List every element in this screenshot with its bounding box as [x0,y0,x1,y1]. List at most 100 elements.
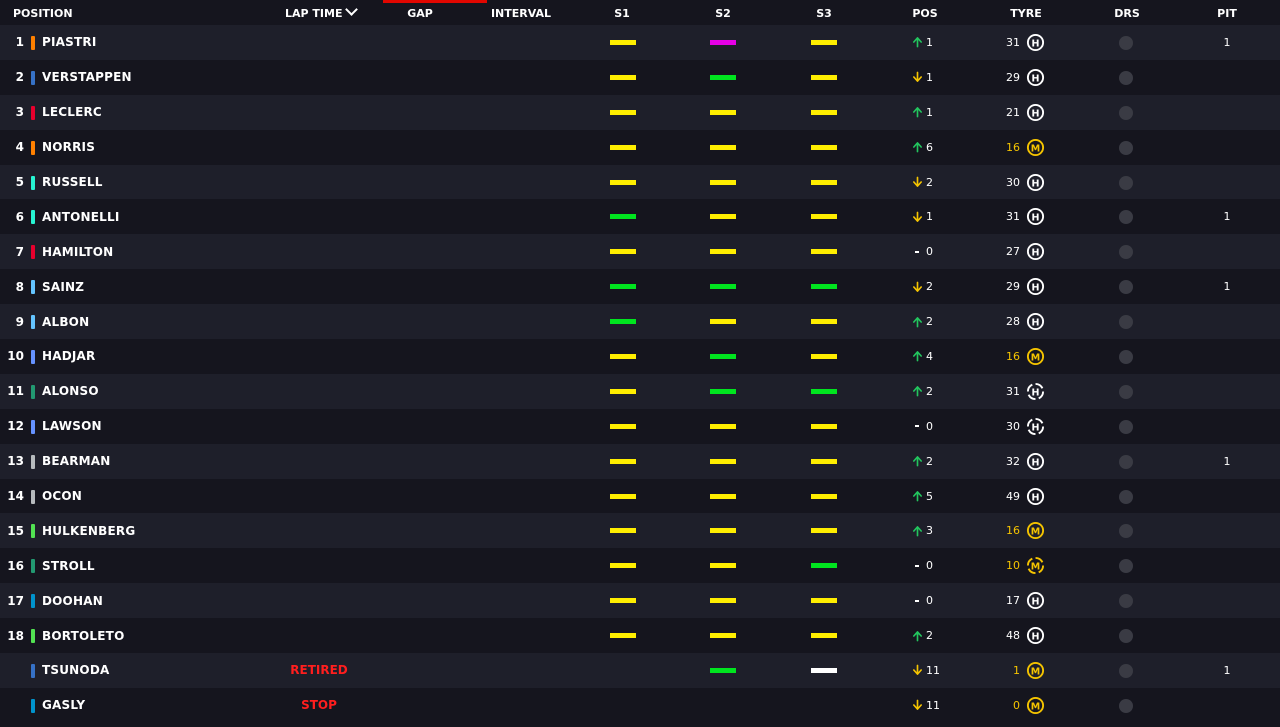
hard-tyre-icon: H [1026,33,1045,52]
header-pos[interactable]: POS [912,8,937,20]
position-change-value: 0 [926,419,933,433]
driver-name[interactable]: DOOHAN [42,583,103,618]
header-s3[interactable]: S3 [816,8,832,20]
drs-indicator [1119,698,1133,713]
table-row[interactable]: 15 HULKENBERG 3 16 M [0,513,1280,549]
driver-name[interactable]: GASLY [42,688,85,723]
table-row[interactable]: 3 LECLERC 1 21 H [0,94,1280,130]
header-gap[interactable]: GAP [407,8,433,20]
table-row[interactable]: 6 ANTONELLI 1 31 H 1 [0,199,1280,235]
arrow-up-icon [913,630,922,641]
table-row[interactable]: 12 LAWSON 0 30 H [0,408,1280,444]
header-position[interactable]: POSITION [13,8,73,20]
sector-2-indicator [710,668,736,674]
sector-2-indicator [710,354,736,360]
driver-name[interactable]: SAINZ [42,269,84,304]
table-row[interactable]: 14 OCON 5 49 H [0,478,1280,514]
driver-name[interactable]: NORRIS [42,130,95,165]
position-change-value: 2 [926,384,933,398]
driver-name[interactable]: LECLERC [42,95,102,130]
tyre-age: 31 [1006,35,1020,49]
team-color-bar [31,559,35,574]
svg-text:H: H [1032,178,1040,189]
driver-name[interactable]: HADJAR [42,339,95,374]
header-lap-time[interactable]: LAP TIME [285,3,359,20]
driver-name[interactable]: PIASTRI [42,25,96,60]
table-row[interactable]: 9 ALBON 2 28 H [0,304,1280,340]
header-interval[interactable]: INTERVAL [491,8,551,20]
svg-text:H: H [1032,213,1040,224]
hard-tyre-icon: H [1026,382,1045,401]
position-number: 13 [7,454,24,469]
driver-name[interactable]: ANTONELLI [42,199,120,234]
position-change-value: 2 [926,280,933,294]
svg-text:H: H [1032,457,1040,468]
tyre-age: 16 [1006,349,1020,363]
position-change: 1 [912,60,933,95]
driver-name[interactable]: STROLL [42,548,95,583]
driver-name[interactable]: VERSTAPPEN [42,60,132,95]
table-row[interactable]: 17 DOOHAN 0 17 H [0,583,1280,619]
position-number: 6 [15,209,24,224]
driver-name[interactable]: HAMILTON [42,234,113,269]
table-row[interactable]: 2 VERSTAPPEN 1 29 H [0,59,1280,95]
table-row[interactable]: 5 RUSSELL 2 30 H [0,164,1280,200]
team-color-bar [31,175,35,190]
driver-name[interactable]: LAWSON [42,409,102,444]
table-row[interactable]: 13 BEARMAN 2 32 H 1 [0,443,1280,479]
header-s1[interactable]: S1 [614,8,630,20]
driver-name[interactable]: ALBON [42,304,89,339]
drs-indicator [1119,245,1133,260]
sector-3-indicator [811,668,837,674]
table-row[interactable]: 16 STROLL 0 10 M [0,548,1280,584]
tyre-age: 0 [1013,698,1020,712]
driver-name[interactable]: HULKENBERG [42,513,135,548]
header-drs[interactable]: DRS [1114,8,1140,20]
header-pit[interactable]: PIT [1217,8,1237,20]
position-change: 6 [912,130,933,165]
table-row[interactable]: 1 PIASTRI 1 31 H 1 [0,25,1280,60]
driver-name[interactable]: TSUNODA [42,653,109,688]
team-color-bar [31,454,35,469]
sector-3-indicator [811,109,837,115]
svg-text:M: M [1031,562,1040,573]
header-tyre[interactable]: TYRE [1010,8,1041,20]
hard-tyre-icon: H [1026,242,1045,261]
position-change-value: 0 [926,559,933,573]
medium-tyre-icon: M [1026,661,1045,680]
position-change-value: 1 [926,210,933,224]
arrow-down-icon [913,176,922,187]
sector-2-indicator [710,179,736,185]
sector-1-indicator [610,179,636,185]
position-change: 11 [912,688,940,723]
table-row[interactable]: TSUNODA RETIRED 11 1 M 1 [0,653,1280,688]
driver-name[interactable]: OCON [42,479,82,514]
sector-1-indicator [610,284,636,290]
driver-name[interactable]: BORTOLETO [42,618,124,653]
table-row[interactable]: 18 BORTOLETO 2 48 H [0,618,1280,654]
table-row[interactable]: 10 HADJAR 4 16 M [0,339,1280,374]
position-change: 2 [912,304,933,339]
table-row[interactable]: 4 NORRIS 6 16 M [0,129,1280,165]
arrow-up-icon [913,456,922,467]
table-row[interactable]: GASLY STOP 11 0 M [0,687,1280,723]
table-row[interactable]: 11 ALONSO 2 31 H [0,373,1280,409]
driver-name[interactable]: ALONSO [42,374,99,409]
table-row[interactable]: 8 SAINZ 2 29 H 1 [0,269,1280,305]
team-color-bar [31,698,35,713]
drs-indicator [1119,594,1133,609]
sector-2-indicator [710,493,736,499]
driver-name[interactable]: BEARMAN [42,444,111,479]
header-s2[interactable]: S2 [715,8,731,20]
position-number: 1 [15,35,24,50]
sector-2-indicator [710,563,736,569]
sector-3-indicator [811,458,837,464]
drs-indicator [1119,629,1133,644]
table-row[interactable]: 7 HAMILTON 0 27 H [0,234,1280,270]
position-change: 0 [912,409,933,444]
sector-2-indicator [710,633,736,639]
position-change: 3 [912,513,933,548]
medium-tyre-icon: M [1026,521,1045,540]
position-change-value: 11 [926,663,940,677]
driver-name[interactable]: RUSSELL [42,165,103,200]
